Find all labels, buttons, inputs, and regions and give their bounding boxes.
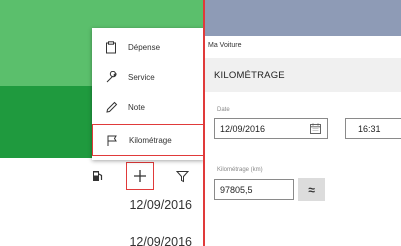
approx-button[interactable]: ≈: [298, 178, 325, 201]
flag-icon: [105, 133, 119, 147]
menu-item-label: Service: [128, 72, 155, 82]
app-title: Ma Voiture: [208, 42, 242, 49]
app-list-panel: 12/09/2016 12/09/2016 Dépense Service No…: [0, 0, 204, 246]
plus-icon: [134, 170, 146, 182]
page-title: KILOMÉTRAGE: [214, 70, 285, 81]
window-titlebar: [205, 0, 401, 36]
menu-item-label: Kilométrage: [129, 135, 172, 145]
filter-icon: [175, 170, 189, 182]
fuel-pump-icon[interactable]: [88, 166, 108, 186]
approx-icon: ≈: [308, 182, 315, 197]
date-label: Date: [217, 107, 230, 113]
page-header: KILOMÉTRAGE: [205, 58, 401, 92]
km-value: 97805,5: [220, 184, 253, 195]
kilometrage-form-panel: Ma Voiture KILOMÉTRAGE Date 12/09/2016 1…: [205, 0, 401, 246]
menu-item-depense[interactable]: Dépense: [92, 32, 204, 62]
time-field[interactable]: 16:31: [345, 118, 401, 139]
pencil-icon: [104, 100, 118, 114]
filter-button[interactable]: [172, 166, 192, 186]
time-value: 16:31: [358, 123, 381, 134]
clipboard-icon: [104, 40, 118, 54]
date-field[interactable]: 12/09/2016: [214, 118, 328, 139]
wrench-icon: [104, 70, 118, 84]
menu-item-label: Dépense: [128, 42, 161, 52]
menu-item-label: Note: [128, 102, 145, 112]
date-value: 12/09/2016: [220, 123, 266, 134]
list-toolbar: [0, 158, 204, 194]
add-button[interactable]: [126, 162, 154, 190]
menu-item-kilometrage[interactable]: Kilométrage: [92, 124, 204, 156]
km-input[interactable]: 97805,5: [214, 179, 294, 200]
list-item-date[interactable]: 12/09/2016: [129, 235, 192, 246]
menu-item-note[interactable]: Note: [92, 92, 204, 122]
add-menu: Dépense Service Note Kilométrage: [92, 28, 204, 160]
menu-item-service[interactable]: Service: [92, 62, 204, 92]
calendar-icon[interactable]: [310, 123, 321, 134]
km-label: Kilométrage (km): [217, 167, 263, 173]
list-item-date[interactable]: 12/09/2016: [129, 198, 192, 212]
